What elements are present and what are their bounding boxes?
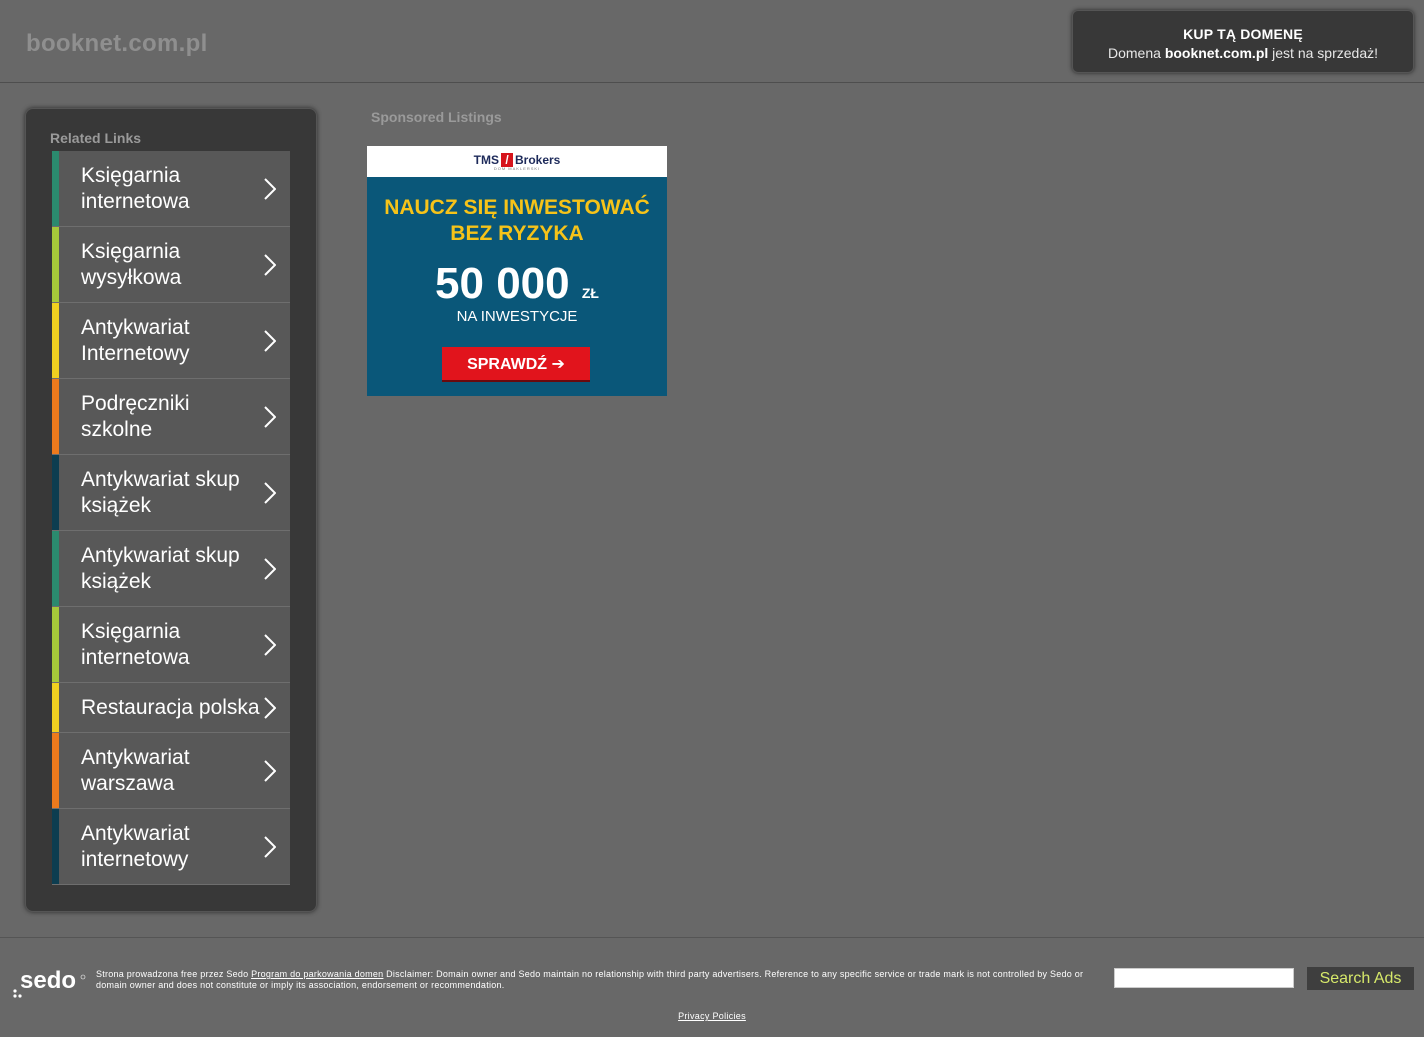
ad-currency: ZŁ: [581, 285, 599, 301]
parking-program-link[interactable]: Program do parkowania domen: [251, 969, 383, 979]
buy-domain-title[interactable]: KUP TĄ DOMENĘ: [1073, 26, 1413, 42]
sponsored-listings-title: Sponsored Listings: [371, 109, 502, 125]
related-links-list: Księgarnia internetowa Księgarnia wysyłko…: [52, 151, 290, 885]
footer: sedo Strona prowadzona free przez Sedo P…: [0, 937, 1424, 1037]
ad-subline: NA INWESTYCJE: [456, 308, 578, 325]
ad-brand-mark-icon: /: [500, 153, 513, 167]
search-ads-input[interactable]: [1114, 968, 1294, 988]
related-link-label[interactable]: Antykwariat warszawa: [52, 733, 290, 797]
sedo-logo[interactable]: sedo: [12, 968, 87, 1000]
related-link-label[interactable]: Antykwariat skup książek: [52, 455, 290, 519]
ad-headline: NAUCZ SIĘ INWESTOWAĆ BEZ RYZYKA: [367, 195, 667, 247]
related-link-item[interactable]: Księgarnia internetowa: [52, 607, 290, 683]
link-color-bar: [52, 733, 59, 808]
related-link-item[interactable]: Restauracja polska: [52, 683, 290, 733]
link-color-bar: [52, 227, 59, 302]
footer-text-prefix: Strona prowadzona free przez Sedo: [96, 969, 252, 979]
chevron-right-icon: [264, 405, 276, 428]
chevron-right-icon: [264, 557, 276, 580]
related-link-label[interactable]: Księgarnia internetowa: [52, 151, 290, 215]
ad-brand-right: Brokers: [514, 153, 561, 167]
ad-brand-sub: DOM MAKLERSKI: [493, 166, 541, 171]
related-link-item[interactable]: Antykwariat internetowy: [52, 809, 290, 885]
related-link-item[interactable]: Antykwariat skup książek: [52, 531, 290, 607]
link-color-bar: [52, 683, 59, 732]
ad-headline-1: NAUCZ SIĘ INWESTOWAĆ: [384, 196, 650, 219]
link-color-bar: [52, 379, 59, 454]
buy-domain-box[interactable]: KUP TĄ DOMENĘ Domena booknet.com.pl jest…: [1072, 10, 1414, 73]
search-ads-button[interactable]: Search Ads: [1307, 967, 1414, 990]
footer-disclaimer: Strona prowadzona free przez Sedo Progra…: [96, 969, 1096, 991]
related-link-label[interactable]: Księgarnia internetowa: [52, 607, 290, 671]
related-links-title: Related Links: [50, 130, 142, 146]
link-color-bar: [52, 151, 59, 226]
related-link-label[interactable]: Podręczniki szkolne: [52, 379, 290, 443]
ad-body: NAUCZ SIĘ INWESTOWAĆ BEZ RYZYKA 50 000 Z…: [367, 177, 667, 396]
chevron-right-icon: [264, 177, 276, 200]
ad-amount: 50 000 ZŁ: [367, 259, 667, 309]
chevron-right-icon: [264, 481, 276, 504]
related-link-item[interactable]: Antykwariat Internetowy: [52, 303, 290, 379]
ad-cta-label: SPRAWDŹ: [467, 356, 548, 373]
chevron-right-icon: [264, 329, 276, 352]
ad-logo-strip: TMS / Brokers DOM MAKLERSKI: [367, 146, 667, 177]
ad-cta-button[interactable]: SPRAWDŹ ➔: [442, 347, 590, 382]
related-link-item[interactable]: Księgarnia wysyłkowa: [52, 227, 290, 303]
arrow-right-icon: ➔: [551, 356, 565, 373]
domain-title: booknet.com.pl: [26, 30, 208, 57]
tms-brokers-logo: TMS / Brokers: [367, 146, 667, 167]
buy-domain-text[interactable]: Domena booknet.com.pl jest na sprzedaż!: [1073, 45, 1413, 61]
link-color-bar: [52, 455, 59, 530]
privacy-policies-link[interactable]: Privacy Policies: [678, 1011, 746, 1021]
related-link-label[interactable]: Księgarnia wysyłkowa: [52, 227, 290, 291]
related-link-item[interactable]: Księgarnia internetowa: [52, 151, 290, 227]
related-link-label[interactable]: Restauracja polska: [52, 683, 290, 721]
related-link-label[interactable]: Antykwariat internetowy: [52, 809, 290, 873]
privacy-row: Privacy Policies: [0, 1011, 1424, 1021]
header: booknet.com.pl KUP TĄ DOMENĘ Domena book…: [0, 0, 1424, 83]
sedo-logo-text: sedo: [20, 968, 76, 994]
buy-prefix: Domena: [1108, 45, 1165, 61]
chevron-right-icon: [264, 759, 276, 782]
link-color-bar: [52, 607, 59, 682]
chevron-right-icon: [264, 633, 276, 656]
buy-suffix: jest na sprzedaż!: [1268, 45, 1378, 61]
buy-domain-name: booknet.com.pl: [1164, 45, 1269, 61]
ad-amount-value: 50 000: [435, 259, 570, 308]
related-link-label[interactable]: Antykwariat Internetowy: [52, 303, 290, 367]
ad-headline-2: BEZ RYZYKA: [450, 222, 584, 245]
related-link-label[interactable]: Antykwariat skup książek: [52, 531, 290, 595]
link-color-bar: [52, 809, 59, 884]
related-link-item[interactable]: Podręczniki szkolne: [52, 379, 290, 455]
chevron-right-icon: [264, 696, 276, 719]
link-color-bar: [52, 531, 59, 606]
chevron-right-icon: [264, 835, 276, 858]
related-links-panel: Related Links Księgarnia internetowa Księ…: [25, 108, 317, 912]
link-color-bar: [52, 303, 59, 378]
related-link-item[interactable]: Antykwariat skup książek: [52, 455, 290, 531]
ad-brand-left: TMS: [473, 153, 499, 167]
related-link-item[interactable]: Antykwariat warszawa: [52, 733, 290, 809]
sponsored-ad-banner[interactable]: TMS / Brokers DOM MAKLERSKI NAUCZ SIĘ INWE…: [367, 146, 667, 396]
chevron-right-icon: [264, 253, 276, 276]
